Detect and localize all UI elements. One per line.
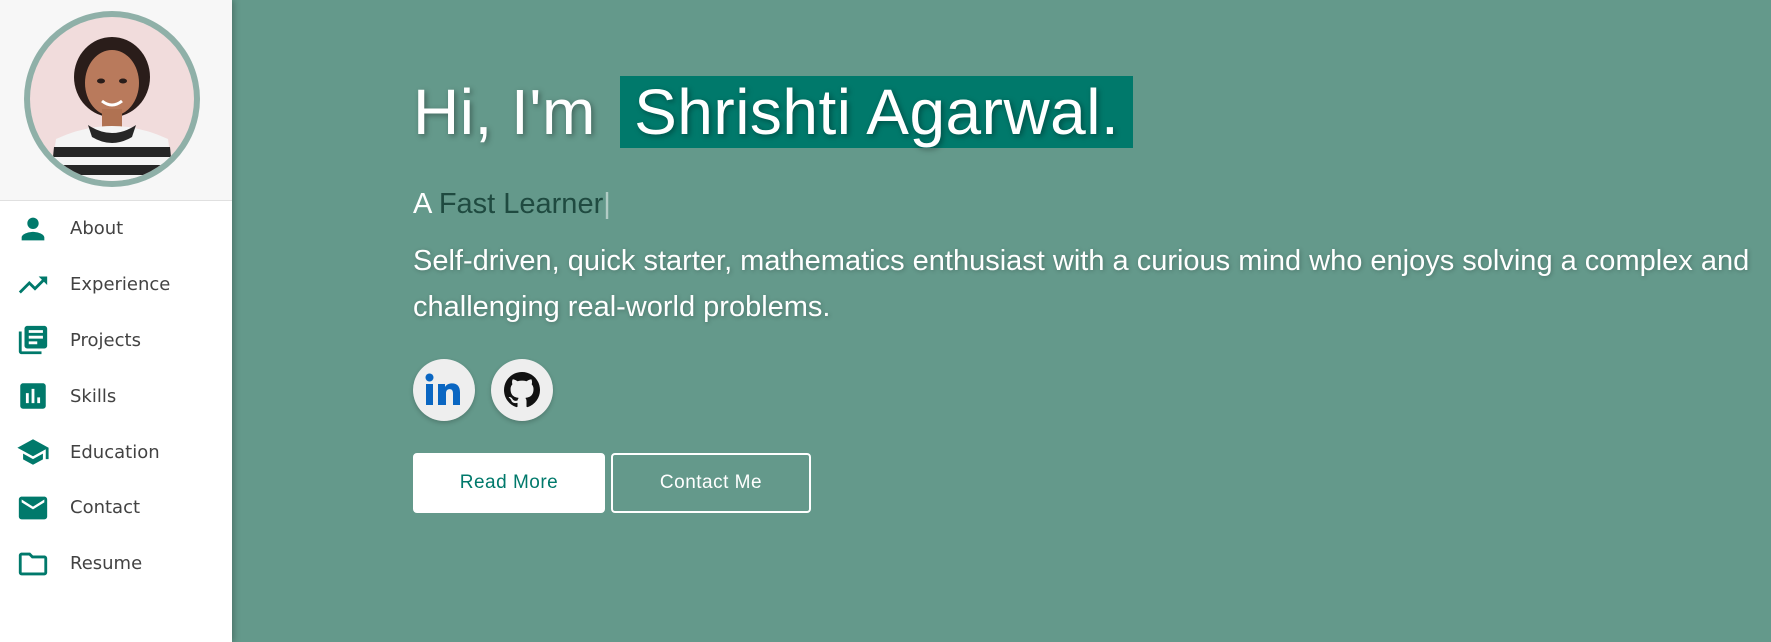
social-links: [413, 359, 1753, 421]
trending-up-icon: [16, 268, 50, 302]
portfolio-page: About Experience Projects Skills Educati…: [0, 0, 1771, 642]
sidebar-item-resume[interactable]: Resume: [0, 536, 232, 592]
sidebar-item-label: Education: [70, 441, 160, 463]
linkedin-link[interactable]: [413, 359, 475, 421]
hero-title: Hi, I'm Shrishti Agarwal.: [413, 72, 1753, 152]
sidebar-item-label: Resume: [70, 553, 143, 575]
folder-icon: [16, 547, 50, 581]
mail-icon: [16, 491, 50, 525]
hero-buttons: Read More Contact Me: [413, 453, 1753, 513]
sidebar-item-label: Projects: [70, 329, 141, 351]
bio-text: Self-driven, quick starter, mathematics …: [413, 245, 1750, 323]
profile-area: [0, 0, 232, 201]
sidebar-item-skills[interactable]: Skills: [0, 368, 232, 424]
contact-me-button[interactable]: Contact Me: [611, 453, 811, 513]
sidebar-item-label: Contact: [70, 497, 141, 519]
sidebar-nav: About Experience Projects Skills Educati…: [0, 201, 232, 592]
hero-name: Shrishti Agarwal.: [620, 76, 1134, 148]
greeting: Hi, I'm: [413, 76, 596, 148]
sidebar: About Experience Projects Skills Educati…: [0, 0, 232, 642]
sidebar-item-label: About: [70, 218, 124, 240]
sidebar-item-contact[interactable]: Contact: [0, 480, 232, 536]
tagline-highlight: Fast Learner: [438, 188, 604, 220]
hero-section: Hi, I'm Shrishti Agarwal. A Fast Learner…: [413, 72, 1753, 513]
read-more-button[interactable]: Read More: [413, 453, 605, 513]
typing-cursor: |: [603, 188, 611, 220]
tagline: A Fast Learner|: [413, 184, 1753, 224]
person-icon: [16, 212, 50, 246]
sidebar-item-education[interactable]: Education: [0, 424, 232, 480]
bar-chart-icon: [16, 379, 50, 413]
sidebar-item-about[interactable]: About: [0, 201, 232, 257]
school-icon: [16, 435, 50, 469]
library-books-icon: [16, 323, 50, 357]
github-link[interactable]: [491, 359, 553, 421]
linkedin-icon: [425, 373, 460, 405]
profile-photo: [30, 17, 194, 181]
avatar: [24, 11, 200, 187]
tagline-prefix: A: [413, 188, 431, 220]
github-icon: [504, 372, 540, 408]
sidebar-item-label: Experience: [70, 274, 171, 296]
sidebar-item-experience[interactable]: Experience: [0, 257, 232, 313]
sidebar-item-projects[interactable]: Projects: [0, 313, 232, 369]
sidebar-item-label: Skills: [70, 385, 117, 407]
